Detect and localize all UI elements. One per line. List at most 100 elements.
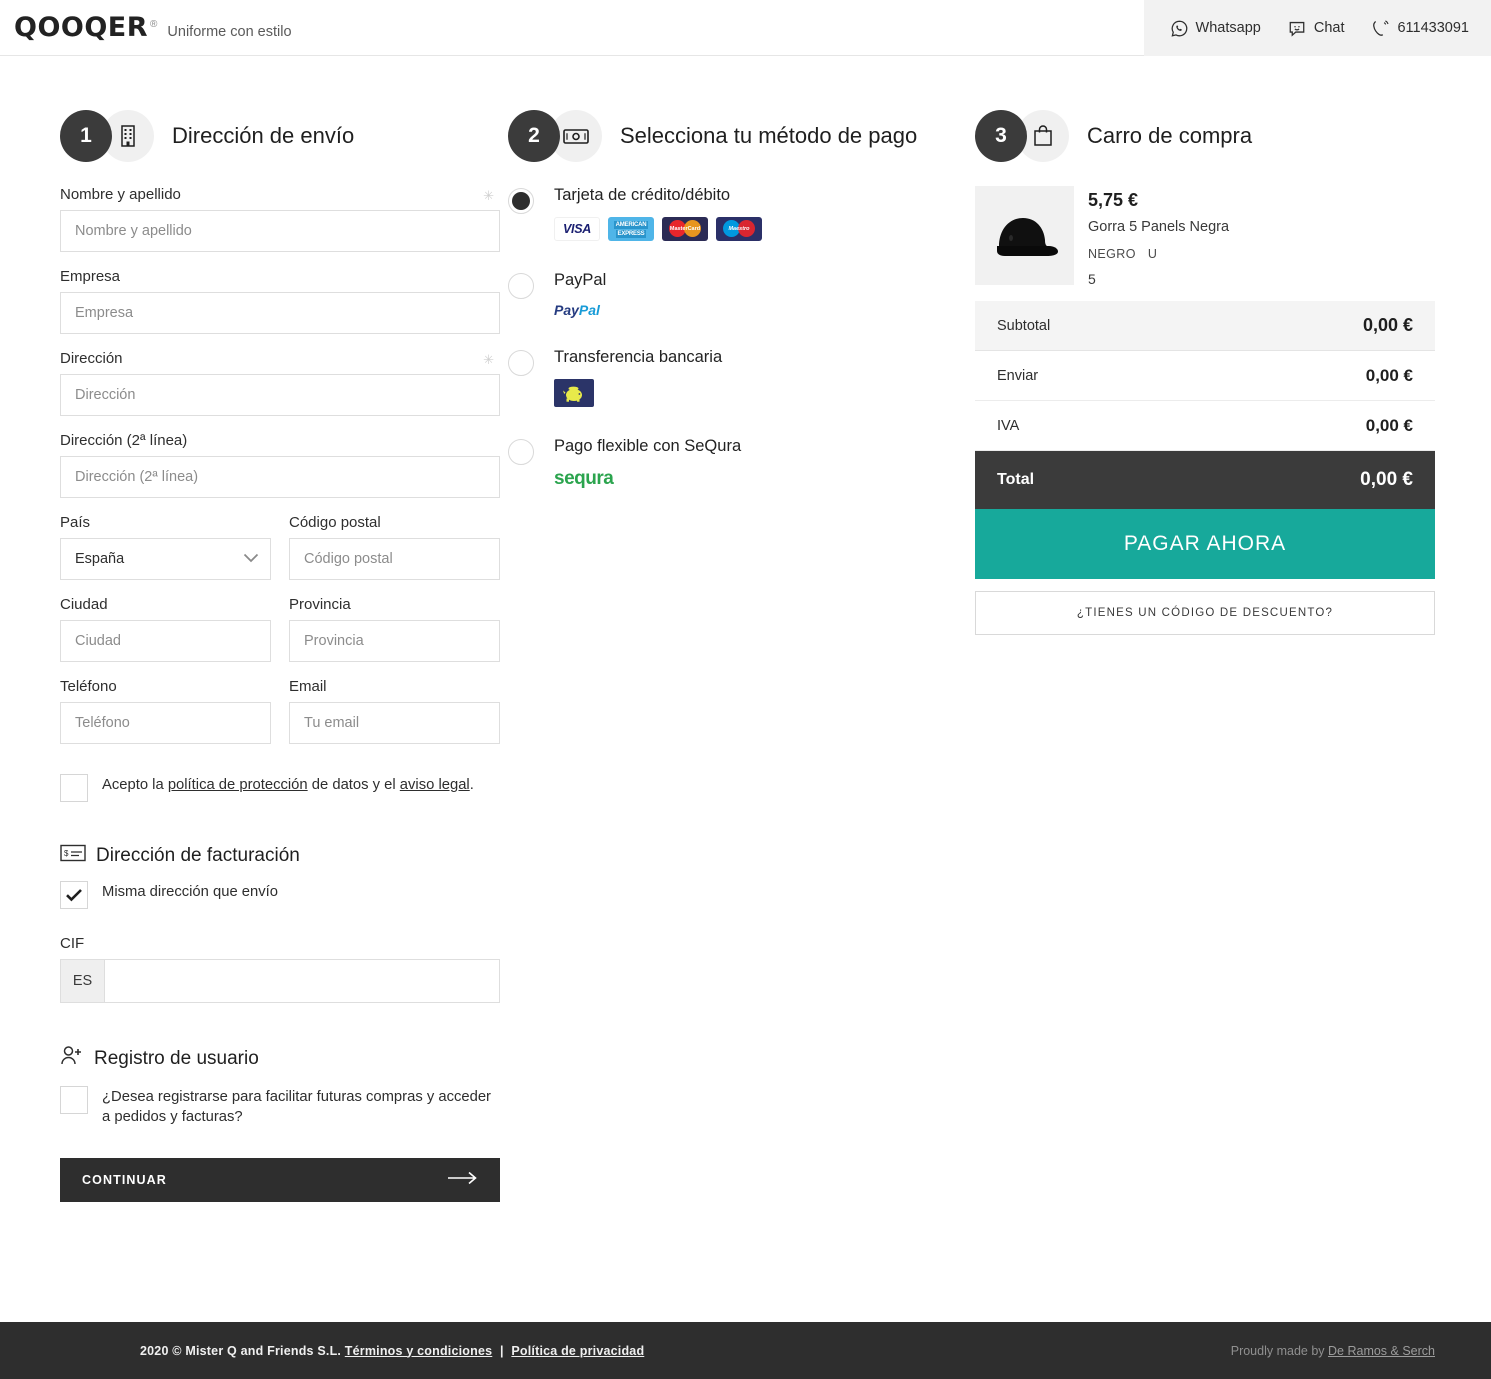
footer-legal: 2020 © Mister Q and Friends S.L. Término… — [140, 1344, 644, 1358]
paypal-logos: PayPal — [554, 302, 606, 318]
required-asterisk-address: ✳ — [483, 352, 494, 367]
sequra-logo: sequra — [554, 468, 614, 489]
cif-country-prefix: ES — [61, 960, 105, 1002]
footer-terms-link[interactable]: Términos y condiciones — [345, 1344, 493, 1358]
sequra-logos: sequra — [554, 468, 741, 490]
registration-checkbox[interactable] — [60, 1086, 88, 1114]
registration-question: ¿Desea registrarse para facilitar futura… — [102, 1089, 491, 1125]
input-postcode[interactable] — [289, 538, 500, 580]
brand-tagline: Uniforme con estilo — [167, 24, 292, 40]
cart-item-thumbnail — [975, 186, 1074, 285]
phone-icon — [1370, 19, 1390, 38]
shipping-column: 1 Dirección de envío Nombre y apellido ✳… — [0, 108, 500, 1202]
select-country[interactable] — [60, 538, 271, 580]
input-email[interactable] — [289, 702, 500, 744]
cart-item-name: Gorra 5 Panels Negra — [1088, 219, 1230, 235]
registration-title: Registro de usuario — [94, 1047, 259, 1069]
footer-separator: | — [499, 1343, 504, 1358]
summary-label-shipping: Enviar — [997, 367, 1039, 384]
input-name[interactable] — [60, 210, 500, 252]
cart-item-color: NEGRO — [1088, 247, 1136, 261]
footer-credit-prefix: Proudly made by — [1230, 1343, 1329, 1358]
contact-whatsapp[interactable]: Whatsapp — [1170, 19, 1261, 38]
payment-option-paypal[interactable]: PayPal PayPal — [508, 271, 975, 318]
cart-title: Carro de compra — [1087, 123, 1253, 148]
payment-option-sequra[interactable]: Pago flexible con SeQura sequra — [508, 437, 975, 490]
radio-sequra[interactable] — [508, 439, 534, 465]
radio-paypal[interactable] — [508, 273, 534, 299]
field-cif: CIF ES — [60, 935, 500, 1003]
cart-item-size: U — [1147, 247, 1158, 261]
input-city[interactable] — [60, 620, 271, 662]
visa-logo-text: VISA — [563, 222, 591, 236]
consent-checkbox[interactable] — [60, 774, 88, 802]
billing-title: Dirección de facturación — [96, 844, 300, 866]
continue-button[interactable]: CONTINUAR — [60, 1157, 500, 1202]
pay-now-button[interactable]: PAGAR AHORA — [975, 509, 1435, 579]
summary-row-subtotal: Subtotal 0,00 € — [975, 301, 1435, 351]
arrow-right-icon — [448, 1171, 478, 1188]
footer-copyright: 2020 © Mister Q and Friends S.L. — [140, 1343, 342, 1358]
payment-option-card-label: Tarjeta de crédito/débito — [554, 186, 731, 204]
payment-title: Selecciona tu método de pago — [620, 123, 918, 148]
same-address-row: Misma dirección que envío — [60, 881, 500, 909]
check-icon — [66, 889, 82, 902]
checkout-columns: 1 Dirección de envío Nombre y apellido ✳… — [0, 56, 1491, 1202]
payment-option-card[interactable]: Tarjeta de crédito/débito VISA AMERICAN E… — [508, 186, 975, 241]
card-logos: VISA AMERICAN EXPRESS MasterCard Maestro — [554, 217, 762, 241]
maestro-logo-text: Maestro — [728, 226, 750, 232]
cart-item-variant: NEGRO U — [1088, 247, 1229, 261]
input-phone[interactable] — [60, 702, 271, 744]
privacy-policy-link[interactable]: política de protección — [168, 777, 308, 793]
maestro-logo: Maestro — [716, 217, 762, 241]
input-province[interactable] — [289, 620, 500, 662]
input-address2[interactable] — [60, 456, 500, 498]
contact-chat-label: Chat — [1313, 20, 1345, 36]
legal-notice-link[interactable]: aviso legal — [400, 777, 470, 793]
paypal-logo: PayPal — [554, 302, 600, 318]
radio-transfer[interactable] — [508, 350, 534, 376]
consent-text-middle: de datos y el — [307, 777, 400, 793]
brand[interactable]: QOOQER ® Uniforme con estilo — [0, 12, 292, 43]
footer-credit-link[interactable]: De Ramos & Serch — [1328, 1344, 1435, 1358]
payment-option-transfer[interactable]: Transferencia bancaria — [508, 348, 975, 407]
cart-item: 5,75 € Gorra 5 Panels Negra NEGRO U 5 — [975, 186, 1435, 287]
contact-phone[interactable]: 611433091 — [1370, 19, 1469, 38]
summary-amount-total: 0,00 € — [1360, 469, 1413, 490]
row-city-province: Ciudad Provincia — [60, 596, 500, 678]
transfer-logos — [554, 379, 722, 407]
contact-chat[interactable]: Chat — [1287, 19, 1345, 38]
footer-privacy-link[interactable]: Política de privacidad — [511, 1344, 644, 1358]
consent-text: Acepto la política de protección de dato… — [102, 774, 474, 796]
consent-row: Acepto la política de protección de dato… — [60, 774, 500, 802]
summary-row-tax: IVA 0,00 € — [975, 401, 1435, 451]
site-header: QOOQER ® Uniforme con estilo Whatsapp Ch… — [0, 0, 1491, 56]
input-address1[interactable] — [60, 374, 500, 416]
input-cif[interactable] — [105, 960, 499, 1002]
payment-option-paypal-label: PayPal — [554, 271, 607, 289]
same-address-checkbox[interactable] — [60, 881, 88, 909]
discount-code-button[interactable]: ¿TIENES UN CÓDIGO DE DESCUENTO? — [975, 591, 1435, 635]
piggy-bank-icon — [554, 379, 594, 407]
field-country: País — [60, 514, 271, 580]
contact-whatsapp-label: Whatsapp — [1195, 20, 1261, 36]
consent-text-after: . — [469, 777, 474, 793]
shipping-title: Dirección de envío — [172, 123, 355, 148]
input-company[interactable] — [60, 292, 500, 334]
registered-mark: ® — [150, 19, 158, 30]
brand-logo-text: QOOQER — [14, 12, 149, 43]
summary-row-total: Total 0,00 € — [975, 451, 1435, 509]
amex-logo: AMERICAN EXPRESS — [608, 217, 654, 241]
mastercard-logo-text: MasterCard — [669, 226, 701, 232]
svg-text:$: $ — [64, 849, 69, 858]
field-email: Email — [289, 678, 500, 744]
label-city: Ciudad — [60, 596, 108, 613]
site-footer: 2020 © Mister Q and Friends S.L. Término… — [0, 1322, 1491, 1379]
user-plus-icon — [60, 1045, 84, 1072]
payment-option-sequra-label: Pago flexible con SeQura — [554, 437, 742, 455]
label-address2: Dirección (2ª línea) — [60, 432, 188, 449]
payment-column: 2 Selecciona tu método de pago Tarjeta d… — [500, 108, 975, 1202]
summary-amount-tax: 0,00 € — [1365, 415, 1413, 435]
step-2-badge: 2 — [508, 110, 560, 162]
radio-card[interactable] — [508, 188, 534, 214]
